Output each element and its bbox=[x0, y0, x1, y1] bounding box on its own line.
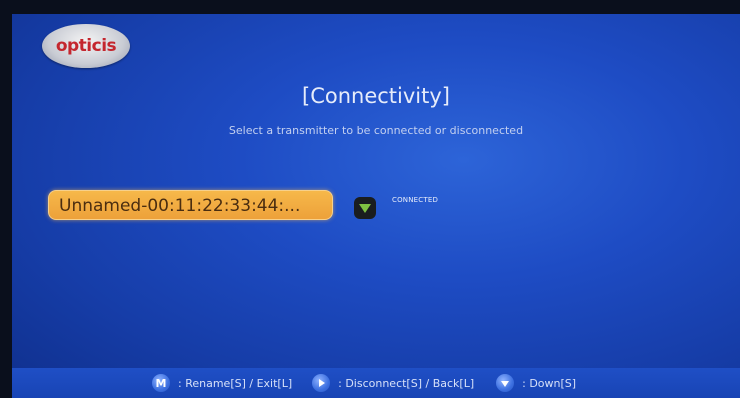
disconnect-back-label: : Disconnect[S] / Back[L] bbox=[338, 376, 475, 390]
logo-text: opticis bbox=[55, 36, 117, 56]
connection-status: CONNECTED bbox=[392, 196, 439, 204]
down-label: : Down[S] bbox=[522, 376, 577, 390]
down-hint[interactable]: : Down[S] bbox=[496, 374, 576, 392]
rename-exit-label: : Rename[S] / Exit[L] bbox=[178, 376, 293, 390]
connectivity-screen: opticis [Connectivity] Select a transmit… bbox=[12, 14, 740, 398]
disconnect-back-hint[interactable]: : Disconnect[S] / Back[L] bbox=[312, 374, 474, 392]
transmitter-item[interactable]: Unnamed-00:11:22:33:44:... bbox=[48, 190, 333, 220]
m-key-icon[interactable]: M bbox=[152, 374, 170, 392]
down-arrow-icon[interactable] bbox=[496, 374, 515, 392]
page-title: [Connectivity] bbox=[302, 84, 450, 108]
wifi-icon bbox=[354, 197, 376, 219]
key-hints-bar: M : Rename[S] / Exit[L] : Disconnect[S] … bbox=[12, 368, 740, 398]
page-subtitle: Select a transmitter to be connected or … bbox=[228, 124, 524, 137]
rename-exit-hint[interactable]: M : Rename[S] / Exit[L] bbox=[152, 374, 292, 392]
opticis-logo: opticis bbox=[42, 24, 130, 68]
play-right-icon[interactable] bbox=[312, 374, 331, 392]
